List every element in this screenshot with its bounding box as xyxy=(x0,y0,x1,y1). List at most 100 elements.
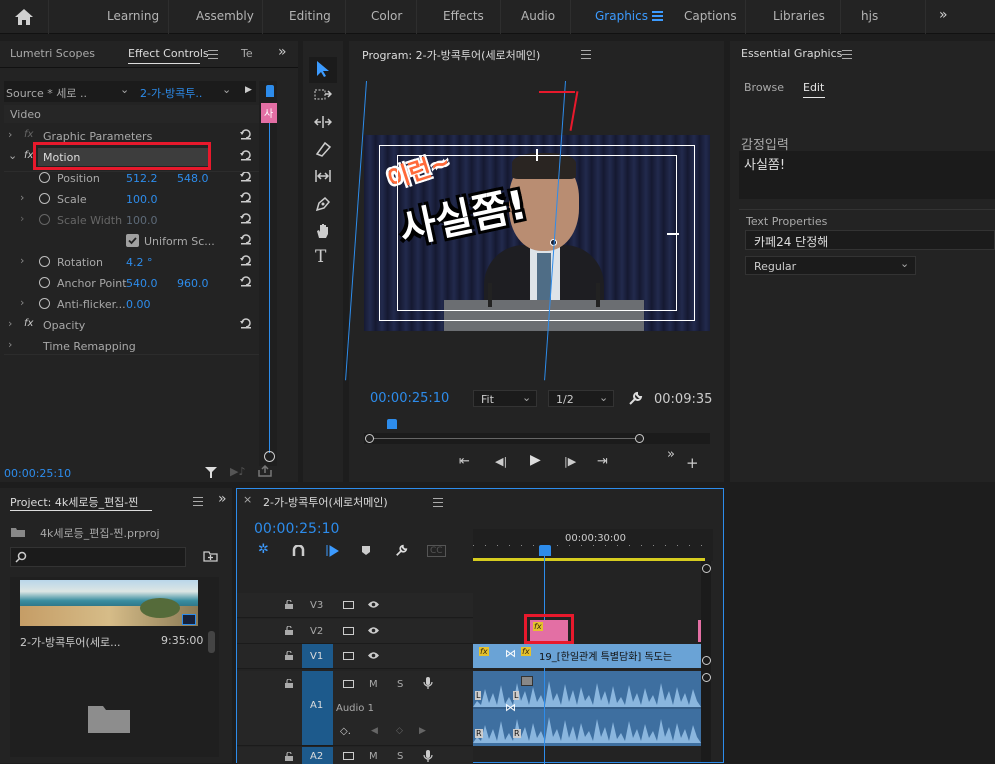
scroll-handle-left[interactable] xyxy=(365,434,374,443)
prev-keyframe-icon[interactable]: ◀ xyxy=(371,726,378,736)
playhead-timecode[interactable]: 00:00:25:10 xyxy=(370,391,449,406)
home-icon[interactable] xyxy=(14,8,34,26)
zoom-handle[interactable] xyxy=(264,451,275,462)
reset-icon[interactable] xyxy=(239,275,253,287)
stopwatch-icon[interactable] xyxy=(39,172,50,183)
audio-track-name[interactable]: Audio 1 xyxy=(336,703,374,714)
add-button-icon[interactable]: + xyxy=(686,454,699,472)
position-y-value[interactable]: 548.0 xyxy=(177,172,209,185)
font-dropdown[interactable]: 카페24 단정해 xyxy=(745,230,995,250)
close-icon[interactable]: × xyxy=(243,493,252,506)
anchor-x-value[interactable]: 540.0 xyxy=(126,277,158,290)
collapse-icon[interactable]: ⌄ xyxy=(8,149,17,162)
chevron-down-icon[interactable]: ⌄ xyxy=(120,83,129,96)
expand-icon[interactable]: › xyxy=(8,317,12,330)
folder-icon[interactable] xyxy=(87,702,131,734)
sync-lock-icon[interactable] xyxy=(343,752,354,760)
reset-icon[interactable] xyxy=(239,254,253,266)
anchor-y-value[interactable]: 960.0 xyxy=(177,277,209,290)
filter-icon[interactable] xyxy=(204,466,218,479)
microphone-icon[interactable] xyxy=(423,749,433,763)
add-keyframe-icon[interactable]: ◇ xyxy=(396,726,403,736)
scrollbar[interactable] xyxy=(208,631,215,653)
step-back-icon[interactable]: ◀| xyxy=(495,455,507,468)
workspace-learning[interactable]: Learning xyxy=(107,9,159,23)
magnet-icon[interactable] xyxy=(292,545,305,557)
tab-edit[interactable]: Edit xyxy=(803,81,824,94)
tab-text[interactable]: Te xyxy=(241,47,253,60)
tab-lumetri-scopes[interactable]: Lumetri Scopes xyxy=(10,47,95,60)
tab-browse[interactable]: Browse xyxy=(744,81,784,94)
reset-icon[interactable] xyxy=(239,149,253,161)
scroll-handle-audio[interactable] xyxy=(702,673,711,682)
font-style-dropdown[interactable]: Regular ⌄ xyxy=(745,256,916,275)
expand-icon[interactable]: › xyxy=(20,254,24,267)
reset-icon[interactable] xyxy=(239,317,253,329)
stopwatch-icon[interactable] xyxy=(39,298,50,309)
mark-out-icon[interactable]: ⇥ xyxy=(597,454,608,469)
razor-tool-icon[interactable] xyxy=(314,141,332,157)
workspace-audio[interactable]: Audio xyxy=(521,9,555,23)
snap-icon[interactable]: ✲ xyxy=(258,542,269,557)
workspace-effects[interactable]: Effects xyxy=(443,9,484,23)
marker-icon[interactable] xyxy=(361,545,371,556)
playhead-icon[interactable] xyxy=(387,419,397,429)
stopwatch-icon[interactable] xyxy=(39,256,50,267)
expand-icon[interactable]: › xyxy=(20,296,24,309)
keyframe-icon[interactable]: ◇. xyxy=(340,726,351,737)
lock-icon[interactable] xyxy=(285,752,293,761)
linked-selection-icon[interactable] xyxy=(326,544,340,557)
stopwatch-icon[interactable] xyxy=(39,193,50,204)
lock-icon[interactable] xyxy=(285,600,293,609)
sequence-title[interactable]: 2-가-방콕투어(세로처메인) xyxy=(263,494,388,510)
lock-icon[interactable] xyxy=(285,626,293,635)
track-select-tool-icon[interactable] xyxy=(314,88,332,102)
solo-button[interactable]: S xyxy=(397,751,403,762)
layer-text-input[interactable]: 사실쫌! xyxy=(739,151,995,199)
reset-icon[interactable] xyxy=(239,191,253,203)
sync-lock-icon[interactable] xyxy=(343,652,354,660)
eye-icon[interactable] xyxy=(367,651,380,660)
time-remapping-label[interactable]: Time Remapping xyxy=(43,340,136,353)
scroll-handle-mid[interactable] xyxy=(702,656,711,665)
slip-tool-icon[interactable] xyxy=(314,169,332,183)
fx-icon[interactable]: fx xyxy=(24,318,33,329)
mute-button[interactable]: M xyxy=(369,679,378,690)
uniform-scale-checkbox[interactable] xyxy=(126,234,139,247)
solo-button[interactable]: S xyxy=(397,679,403,690)
hand-tool-icon[interactable] xyxy=(314,222,332,240)
sync-lock-icon[interactable] xyxy=(343,601,354,609)
workspace-assembly[interactable]: Assembly xyxy=(196,9,254,23)
ripple-edit-tool-icon[interactable] xyxy=(314,115,332,129)
reset-icon[interactable] xyxy=(239,233,253,245)
anti-flicker-value[interactable]: 0.00 xyxy=(126,298,151,311)
captions-icon[interactable]: CC xyxy=(427,545,446,557)
play-icon[interactable]: ▶ xyxy=(530,452,541,468)
tab-effect-controls[interactable]: Effect Controls xyxy=(128,47,209,60)
menu-icon[interactable] xyxy=(652,11,663,21)
timeline-timecode[interactable]: 00:00:25:10 xyxy=(254,521,339,537)
transition-marker-icon[interactable]: ⋈ xyxy=(505,647,516,660)
sync-lock-icon[interactable] xyxy=(343,627,354,635)
opacity-label[interactable]: Opacity xyxy=(43,319,85,332)
eye-icon[interactable] xyxy=(367,626,380,635)
scroll-handle-top[interactable] xyxy=(702,564,711,573)
new-bin-icon[interactable] xyxy=(203,550,218,562)
microphone-icon[interactable] xyxy=(423,676,433,690)
workspace-editing[interactable]: Editing xyxy=(289,9,331,23)
reset-icon[interactable] xyxy=(239,128,253,140)
more-tabs-icon[interactable]: » xyxy=(218,491,227,507)
pen-tool-icon[interactable] xyxy=(314,195,332,213)
timecode-display[interactable]: 00:00:25:10 xyxy=(4,467,71,480)
playhead-icon[interactable] xyxy=(266,85,274,97)
resolution-dropdown[interactable]: 1/2 ⌄ xyxy=(548,390,614,407)
more-controls-icon[interactable]: » xyxy=(667,447,675,462)
expand-icon[interactable]: › xyxy=(8,128,12,141)
clip-thumbnail[interactable] xyxy=(20,580,198,626)
more-tabs-icon[interactable]: » xyxy=(278,44,287,60)
expand-icon[interactable]: › xyxy=(20,212,24,225)
workspace-libraries[interactable]: Libraries xyxy=(773,9,825,23)
wrench-icon[interactable] xyxy=(628,391,643,406)
export-icon[interactable] xyxy=(258,465,272,477)
workspace-graphics[interactable]: Graphics xyxy=(595,9,648,23)
